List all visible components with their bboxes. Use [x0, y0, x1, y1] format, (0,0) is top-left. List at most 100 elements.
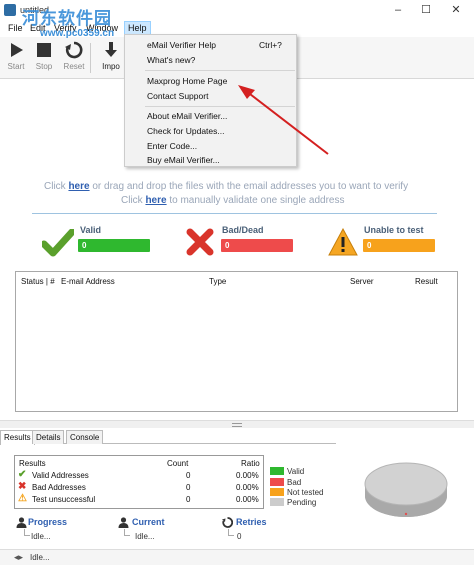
- import-button[interactable]: Impo: [98, 41, 124, 71]
- minimize-button[interactable]: –: [388, 2, 408, 18]
- manual-text-suffix: to manually validate one single address: [166, 195, 345, 206]
- close-button[interactable]: ✕: [446, 2, 466, 18]
- current-value: Idle...: [135, 532, 155, 541]
- retries-value: 0: [237, 532, 242, 541]
- menu-check-updates[interactable]: Check for Updates...: [147, 126, 224, 136]
- ratio-header: Ratio: [241, 459, 260, 468]
- untested-row-ratio: 0.00%: [236, 495, 259, 504]
- valid-row-count: 0: [186, 471, 191, 480]
- splitter[interactable]: [0, 420, 474, 428]
- legend-nottested: Not tested: [287, 488, 324, 497]
- bad-count: 0: [221, 239, 293, 252]
- current-label: Current: [132, 517, 165, 527]
- menu-contact-support[interactable]: Contact Support: [147, 91, 208, 101]
- reset-button[interactable]: Reset: [59, 41, 89, 71]
- bad-row-label: Bad Addresses: [32, 483, 86, 492]
- status-text: Idle...: [30, 553, 50, 562]
- menu-buy[interactable]: Buy eMail Verifier...: [147, 155, 220, 165]
- import-label: Impo: [102, 62, 120, 71]
- app-icon: [4, 4, 16, 16]
- legend-nottested-swatch: [270, 488, 284, 496]
- maximize-button[interactable]: ☐: [416, 2, 436, 18]
- menu-enter-code[interactable]: Enter Code...: [147, 141, 197, 151]
- count-header: Count: [167, 459, 189, 468]
- valid-row-label: Valid Addresses: [32, 471, 89, 480]
- tree-connector: [228, 529, 234, 536]
- play-icon: [11, 43, 23, 57]
- bad-row-count: 0: [186, 483, 191, 492]
- valid-row-ratio: 0.00%: [236, 471, 259, 480]
- col-server[interactable]: Server: [350, 277, 374, 286]
- bad-row-ratio: 0.00%: [236, 483, 259, 492]
- legend-bad-swatch: [270, 478, 284, 486]
- legend-bad: Bad: [287, 478, 302, 487]
- menu-whats-new[interactable]: What's new?: [147, 55, 195, 65]
- menu-about[interactable]: About eMail Verifier...: [147, 111, 227, 121]
- manual-validate-link[interactable]: here: [145, 195, 166, 206]
- stop-label: Stop: [35, 62, 53, 71]
- valid-label: Valid: [80, 225, 102, 235]
- tab-console[interactable]: Console: [66, 430, 104, 444]
- red-x-icon: [186, 228, 214, 256]
- progress-person-icon: [16, 517, 27, 528]
- stop-button[interactable]: Stop: [29, 41, 59, 71]
- start-label: Start: [7, 62, 25, 71]
- menu-help-item[interactable]: eMail Verifier Help: [147, 40, 216, 50]
- legend-pending: Pending: [287, 498, 317, 507]
- status-arrows-icon: ◂▸: [14, 552, 24, 562]
- toolbar-separator: [90, 43, 91, 73]
- start-button[interactable]: Start: [1, 41, 31, 71]
- col-email[interactable]: E-mail Address: [61, 277, 115, 286]
- checkmark-icon: [42, 229, 74, 257]
- col-result[interactable]: Result: [415, 277, 438, 286]
- bad-label: Bad/Dead: [222, 225, 264, 235]
- retries-icon: [222, 517, 233, 528]
- drop-zone-instructions: Click here or drag and drop the files wi…: [44, 181, 408, 192]
- reset-label: Reset: [63, 62, 85, 71]
- bottom-tabs: Results Details Console: [0, 430, 336, 445]
- tree-connector: [124, 529, 130, 536]
- watermark-text: 河东软件园: [22, 9, 112, 28]
- retries-label: Retries: [236, 517, 267, 527]
- stop-icon: [37, 43, 51, 57]
- menu-separator: [145, 70, 295, 71]
- menu-home-page[interactable]: Maxprog Home Page: [147, 76, 227, 86]
- import-files-link[interactable]: here: [68, 181, 89, 192]
- bottom-panel: Results Details Console Results Count Ra…: [0, 428, 474, 565]
- col-status[interactable]: Status | #: [21, 277, 55, 286]
- warning-icon: [328, 228, 358, 256]
- results-header: Results: [19, 459, 46, 468]
- results-pie-chart: [364, 462, 448, 517]
- valid-count: 0: [78, 239, 150, 252]
- results-summary: Results Count Ratio ✔ Valid Addresses 0 …: [14, 455, 264, 509]
- bad-x-icon: ✖: [18, 481, 27, 492]
- tab-details[interactable]: Details: [32, 430, 65, 444]
- tab-results[interactable]: Results: [0, 430, 35, 445]
- splitter-grip[interactable]: [232, 423, 242, 427]
- annotation-arrow: [238, 85, 329, 155]
- tree-connector: [24, 529, 30, 536]
- valid-check-icon: ✔: [18, 469, 27, 480]
- untested-row-count: 0: [186, 495, 191, 504]
- menu-file[interactable]: File: [8, 23, 23, 33]
- manual-validate-instructions: Click here to manually validate one sing…: [121, 195, 344, 206]
- warning-small-icon: ⚠: [18, 493, 27, 504]
- unable-label: Unable to test: [364, 225, 424, 235]
- unable-count: 0: [363, 239, 435, 252]
- legend-pending-swatch: [270, 498, 284, 506]
- menu-help[interactable]: Help: [124, 21, 151, 35]
- watermark-url: www.pc0359.cn: [40, 28, 115, 39]
- untested-row-label: Test unsuccessful: [32, 495, 96, 504]
- current-person-icon: [118, 517, 129, 528]
- legend-valid: Valid: [287, 467, 305, 476]
- status-bar: ◂▸ Idle...: [0, 549, 474, 565]
- reset-icon: [65, 41, 83, 59]
- progress-value: Idle...: [31, 532, 51, 541]
- drop-text-suffix: or drag and drop the files with the emai…: [89, 181, 409, 192]
- progress-label: Progress: [28, 517, 68, 527]
- col-type[interactable]: Type: [209, 277, 226, 286]
- results-table[interactable]: Status | # E-mail Address Type Server Re…: [15, 271, 458, 412]
- manual-text-prefix: Click: [121, 195, 146, 206]
- divider: [32, 213, 437, 214]
- help-shortcut: Ctrl+?: [259, 40, 282, 50]
